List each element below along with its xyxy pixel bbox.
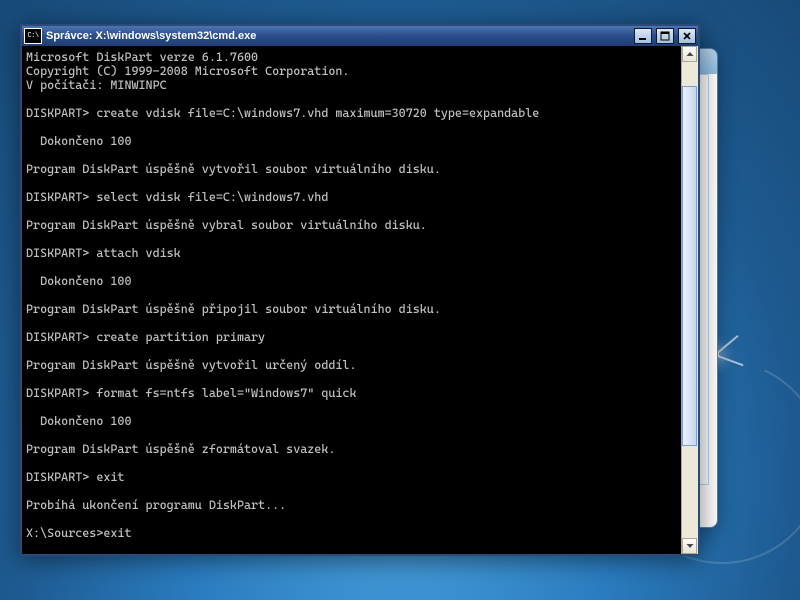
cmd-icon: C:\ (24, 28, 42, 44)
scroll-thumb[interactable] (682, 86, 697, 446)
cmd-output[interactable]: Microsoft DiskPart verze 6.1.7600 Copyri… (22, 46, 681, 554)
minimize-button[interactable] (634, 28, 652, 44)
cmd-body-wrap: Microsoft DiskPart verze 6.1.7600 Copyri… (22, 46, 698, 554)
cmd-title: Správce: X:\windows\system32\cmd.exe (46, 30, 632, 42)
scrollbar[interactable] (681, 46, 698, 554)
close-icon (682, 31, 692, 41)
maximize-icon (660, 31, 670, 41)
maximize-button[interactable] (656, 28, 674, 44)
cmd-titlebar[interactable]: C:\ Správce: X:\windows\system32\cmd.exe (22, 26, 698, 46)
chevron-down-icon (686, 544, 693, 548)
scroll-down-button[interactable] (682, 538, 697, 554)
chevron-up-icon (686, 52, 693, 56)
minimize-icon (638, 31, 648, 41)
close-button[interactable] (678, 28, 696, 44)
window-controls (632, 28, 698, 44)
scroll-up-button[interactable] (682, 46, 697, 62)
cmd-window: C:\ Správce: X:\windows\system32\cmd.exe… (20, 24, 700, 556)
